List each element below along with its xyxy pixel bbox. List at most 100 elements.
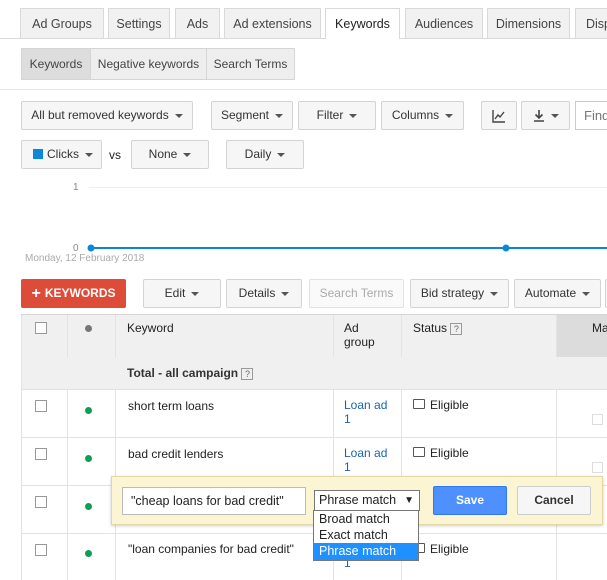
gridline-top [89, 187, 607, 188]
ad-group-link[interactable]: Loan ad 1 [344, 398, 396, 426]
speech-bubble-icon[interactable] [413, 399, 425, 409]
chart-point-mid [502, 244, 510, 252]
tab-ad-groups[interactable]: Ad Groups [20, 8, 104, 38]
keyword-edit-input[interactable] [122, 487, 306, 515]
speech-bubble-icon[interactable] [413, 447, 425, 457]
row-checkbox[interactable] [35, 496, 47, 508]
status-text: Eligible [430, 398, 469, 412]
automate-dropdown[interactable]: Automate [514, 279, 601, 308]
line-chart-icon [492, 109, 505, 123]
cancel-button[interactable]: Cancel [517, 486, 591, 515]
segment-dropdown[interactable]: Segment [211, 101, 293, 130]
tab-dimensions[interactable]: Dimensions [487, 8, 570, 38]
columns-label: Columns [391, 108, 440, 122]
tab-ad-extensions[interactable]: Ad extensions [224, 8, 321, 38]
metric1-label: Clicks [47, 147, 79, 161]
tab-settings[interactable]: Settings [108, 8, 170, 38]
chevron-down-icon [85, 152, 93, 157]
metric1-dropdown[interactable]: Clicks [21, 140, 102, 169]
vs-label: vs [109, 148, 121, 162]
chevron-down-icon [490, 291, 499, 296]
search-field[interactable]: Find [575, 101, 607, 130]
option-exact-match[interactable]: Exact match [314, 527, 418, 543]
edit-dropdown[interactable]: Edit [143, 279, 221, 308]
download-icon [533, 110, 544, 123]
add-keywords-button[interactable]: + KEYWORDS [21, 279, 126, 308]
header-status[interactable]: Status ? [413, 321, 463, 335]
col-border [115, 315, 116, 580]
total-label: Total - all campaign ? [127, 366, 254, 380]
download-dropdown[interactable] [521, 101, 570, 130]
status-text: Eligible [430, 446, 469, 460]
keyword-cell[interactable]: short term loans [128, 399, 214, 413]
save-button[interactable]: Save [433, 486, 507, 515]
divider [0, 89, 607, 90]
details-dropdown[interactable]: Details [226, 279, 302, 308]
subtab-keywords[interactable]: Keywords [21, 48, 91, 80]
tab-display[interactable]: Disp [575, 8, 607, 38]
chevron-down-icon [191, 291, 200, 296]
match-type-value: Phrase match [319, 493, 397, 507]
tab-ads[interactable]: Ads [175, 8, 220, 38]
search-placeholder: Find [584, 108, 607, 123]
columns-dropdown[interactable]: Columns [381, 101, 464, 130]
match-type-select[interactable]: Phrase match ▼ [314, 490, 420, 511]
keyword-cell[interactable]: bad credit lenders [128, 447, 223, 461]
option-phrase-match[interactable]: Phrase match [314, 543, 418, 560]
edit-pencil-icon[interactable] [592, 462, 603, 473]
total-row [22, 357, 607, 389]
subtab-search-terms[interactable]: Search Terms [206, 48, 295, 80]
status-dot-icon [85, 455, 92, 462]
add-keywords-label: KEYWORDS [44, 286, 116, 300]
help-icon[interactable]: ? [241, 368, 254, 380]
match-type-options: Broad match Exact match Phrase match [313, 510, 419, 561]
filter-dropdown[interactable]: Filter [298, 101, 376, 130]
header-ad-group[interactable]: Ad group [344, 321, 384, 349]
period-dropdown[interactable]: Daily [226, 140, 304, 169]
chart-date-label: Monday, 12 February 2018 [25, 253, 145, 264]
search-terms-button[interactable]: Search Terms [309, 279, 404, 308]
status-text: Eligible [430, 542, 469, 556]
filter-label: Filter [316, 108, 344, 122]
edit-label: Edit [164, 286, 186, 300]
row-checkbox[interactable] [35, 400, 47, 412]
plus-icon: + [31, 285, 41, 302]
view-filter-label: All but removed keywords [31, 108, 169, 122]
chevron-down-icon [582, 291, 591, 296]
chevron-down-icon [183, 152, 192, 157]
header-max-cpc[interactable]: Ma [592, 321, 607, 335]
status-cell: Eligible [413, 398, 469, 412]
row-border [21, 389, 607, 390]
edit-pencil-icon[interactable] [592, 414, 603, 425]
tab-keywords[interactable]: Keywords [325, 8, 400, 39]
tab-audiences[interactable]: Audiences [405, 8, 483, 38]
status-dot-header-icon [85, 325, 92, 332]
subtab-negative-keywords[interactable]: Negative keywords [90, 48, 207, 80]
chart-point-start [87, 244, 95, 252]
keyword-cell[interactable]: "loan companies for bad credit" [128, 542, 294, 556]
chevron-down-icon [281, 291, 290, 296]
period-label: Daily [244, 147, 272, 161]
status-dot-icon [85, 503, 92, 510]
chevron-down-icon [174, 113, 183, 118]
row-checkbox[interactable] [35, 544, 47, 556]
col-border [67, 315, 68, 580]
bid-strategy-dropdown[interactable]: Bid strategy [410, 279, 509, 308]
help-icon[interactable]: ? [450, 323, 463, 335]
status-dot-icon [85, 550, 92, 557]
status-dot-icon [85, 407, 92, 414]
view-filter-dropdown[interactable]: All but removed keywords [21, 101, 193, 130]
metric2-dropdown[interactable]: None [131, 140, 209, 169]
select-all-checkbox[interactable] [35, 322, 47, 334]
chevron-down-icon [550, 113, 559, 118]
row-checkbox[interactable] [35, 448, 47, 460]
metric2-label: None [148, 147, 178, 161]
details-label: Details [238, 286, 276, 300]
ad-group-link[interactable]: Loan ad 1 [344, 446, 396, 474]
col-border [556, 315, 557, 580]
header-keyword[interactable]: Keyword [127, 321, 174, 335]
segment-label: Segment [220, 108, 270, 122]
chart-toggle-button[interactable] [481, 101, 517, 130]
series-color-swatch [33, 149, 43, 159]
option-broad-match[interactable]: Broad match [314, 511, 418, 527]
